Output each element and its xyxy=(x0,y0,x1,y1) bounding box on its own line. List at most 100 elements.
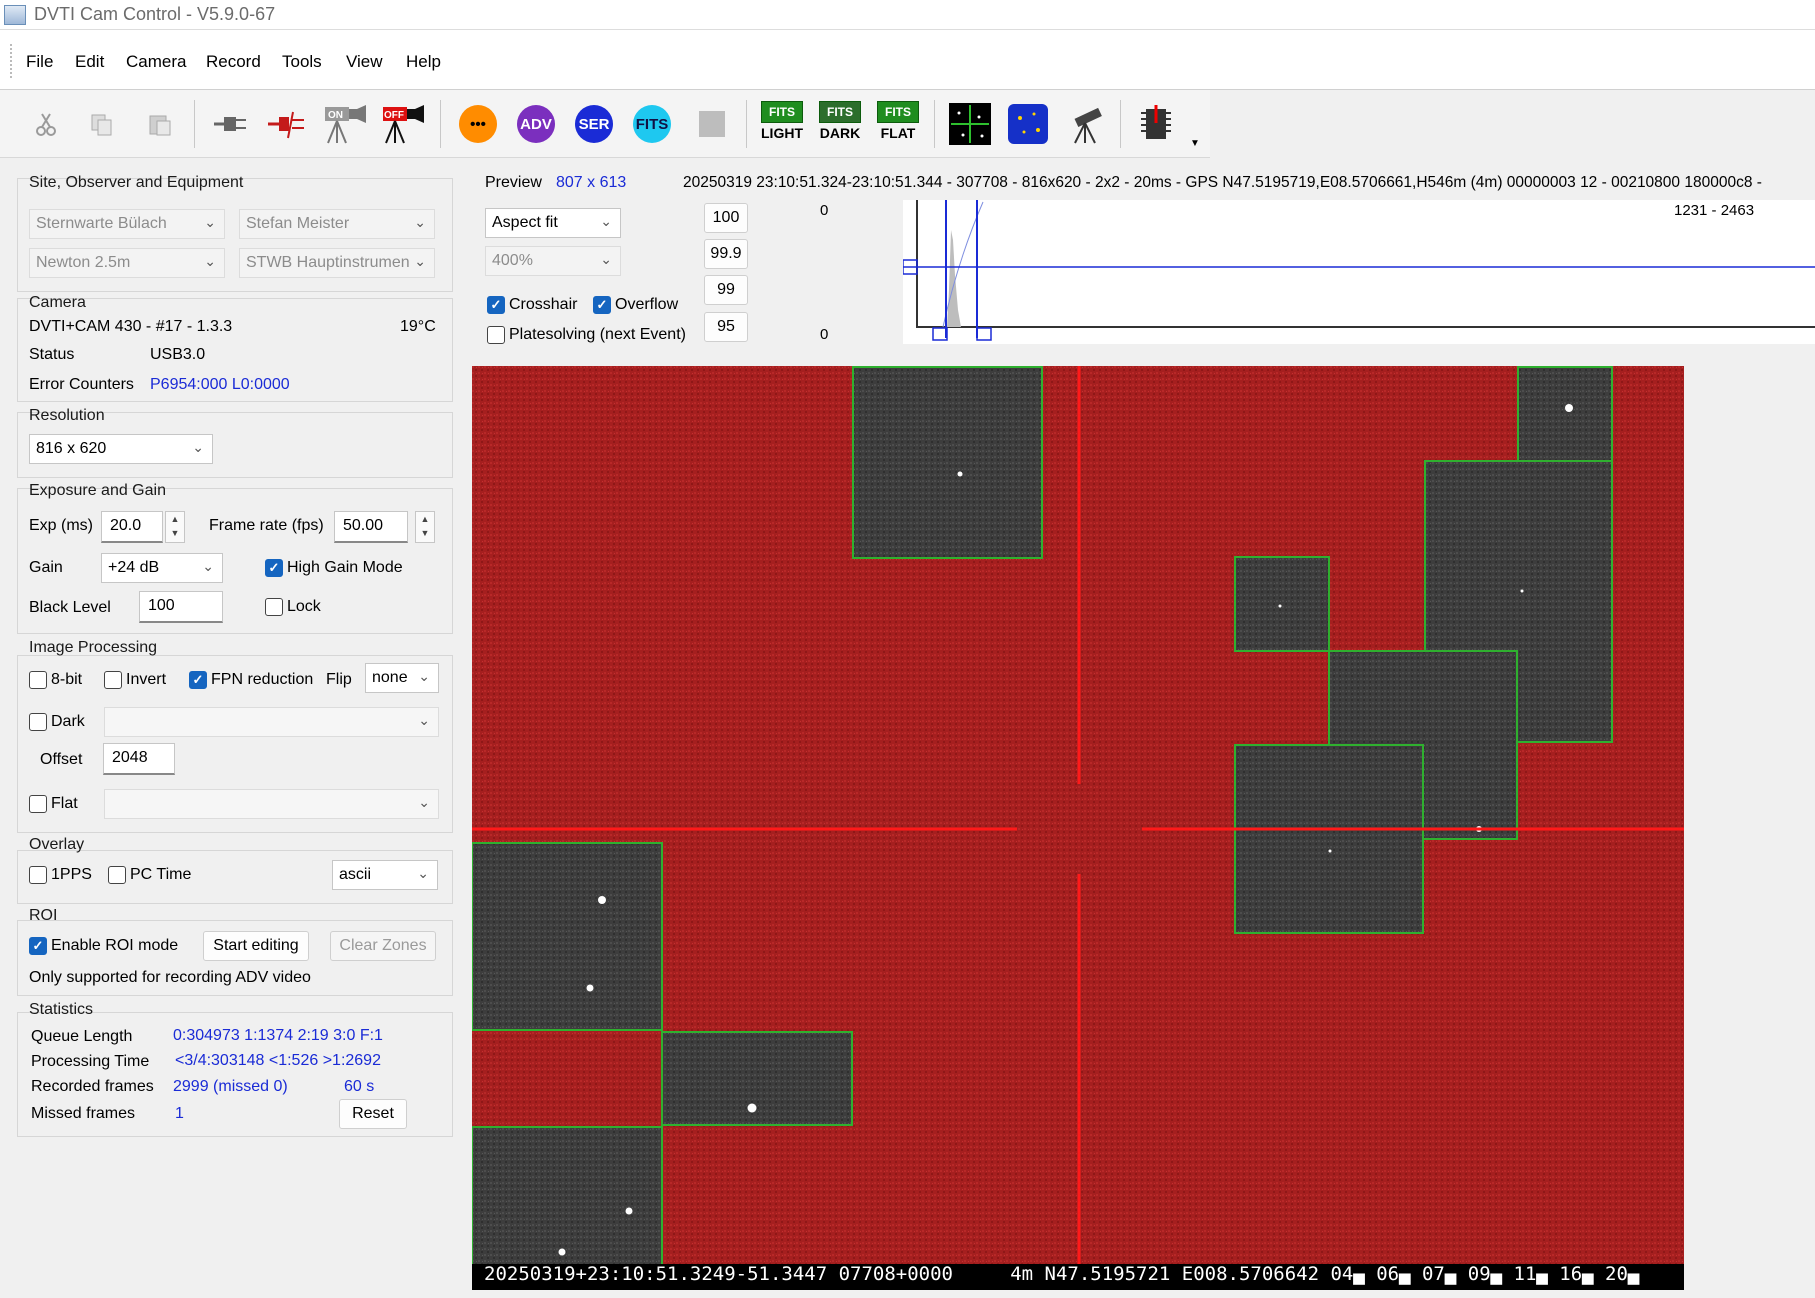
starfield-button[interactable] xyxy=(948,102,992,146)
fits-light-icon: FITS LIGHT xyxy=(760,101,804,147)
invert-checkbox[interactable]: Invert xyxy=(104,671,166,689)
telescope-button[interactable] xyxy=(1064,102,1108,146)
paste-button[interactable] xyxy=(138,102,182,146)
fits-flat-icon: FITS FLAT xyxy=(876,101,920,147)
menu-edit[interactable]: Edit xyxy=(69,50,110,74)
flat-checkbox[interactable]: Flat xyxy=(29,795,78,813)
offset-input[interactable]: 2048 xyxy=(103,743,175,775)
camera-off-button[interactable]: OFF xyxy=(380,102,424,146)
window-title: DVTI Cam Control - V5.9.0-67 xyxy=(34,4,276,24)
chevron-down-icon: ⌄ xyxy=(418,794,430,810)
record-adv-button[interactable]: ADV xyxy=(514,102,558,146)
menu-camera[interactable]: Camera xyxy=(120,50,192,74)
fits-dark-button[interactable]: FITS DARK xyxy=(818,101,862,146)
instrument-select[interactable]: STWB Hauptinstrumen ⌄ xyxy=(239,248,435,278)
connect-button[interactable] xyxy=(208,102,252,146)
site-select[interactable]: Sternwarte Bülach ⌄ xyxy=(29,209,225,239)
sky-button[interactable] xyxy=(1006,102,1050,146)
exposure-input[interactable]: 20.0 xyxy=(101,511,163,543)
dark-checkbox[interactable]: Dark xyxy=(29,713,85,731)
chevron-down-icon: ⌄ xyxy=(204,253,216,269)
site-group-title: Site, Observer and Equipment xyxy=(29,174,244,191)
crosshair-checkbox[interactable]: ✓ Crosshair xyxy=(487,296,577,314)
chevron-down-icon: ⌄ xyxy=(192,439,204,455)
toolbar: ON OFF ••• ADV SER FITS FITS LIGHT FITS DA… xyxy=(0,90,1210,158)
histogram-plot xyxy=(902,200,1815,341)
stretch-100-button[interactable]: 100 xyxy=(704,203,748,233)
dark-file-select[interactable]: ⌄ xyxy=(104,707,439,737)
resolution-group-title: Resolution xyxy=(29,407,105,424)
clear-zones-button[interactable]: Clear Zones xyxy=(330,931,436,961)
stretch-99-button[interactable]: 99 xyxy=(704,275,748,305)
overflow-checkbox[interactable]: ✓ Overflow xyxy=(593,296,678,314)
unplug-icon xyxy=(268,111,304,139)
preview-label: Preview xyxy=(485,174,542,191)
framerate-stepper[interactable]: ▲ ▼ xyxy=(415,511,435,543)
framerate-input[interactable]: 50.00 xyxy=(334,511,408,543)
stretch-95-button[interactable]: 95 xyxy=(704,312,748,342)
reset-button[interactable]: Reset xyxy=(339,1099,407,1129)
stop-button[interactable] xyxy=(690,102,734,146)
toolbar-overflow-icon[interactable]: ▼ xyxy=(1190,138,1200,149)
scissors-icon xyxy=(36,113,56,136)
title-bar: DVTI Cam Control - V5.9.0-67 xyxy=(0,0,1815,30)
chevron-down-icon: ⌄ xyxy=(414,253,426,269)
queue-length-label: Queue Length xyxy=(31,1028,133,1045)
black-level-input[interactable]: 100 xyxy=(139,591,223,623)
overlay-format-select[interactable]: ascii ⌄ xyxy=(332,860,438,890)
app-icon xyxy=(4,5,26,25)
pc-time-checkbox[interactable]: PC Time xyxy=(108,866,191,884)
processing-time-value: <3/4:303148 <1:526 >1:2692 xyxy=(175,1052,381,1069)
camera-on-button[interactable]: ON xyxy=(322,102,366,146)
preview-image[interactable]: 20250319+23:10:51.3249-51.3447 07708+000… xyxy=(472,366,1684,1290)
record-ser-button[interactable]: SER xyxy=(572,102,616,146)
flip-label: Flip xyxy=(326,671,352,688)
platesolving-checkbox[interactable]: Platesolving (next Event) xyxy=(487,326,686,344)
more-button[interactable]: ••• xyxy=(456,102,500,146)
recorded-frames-label: Recorded frames xyxy=(31,1078,154,1095)
flat-file-select[interactable]: ⌄ xyxy=(104,789,439,819)
resolution-select[interactable]: 816 x 620 ⌄ xyxy=(29,434,213,464)
recording-duration: 60 s xyxy=(344,1078,375,1095)
histogram-range: 1231 - 2463 xyxy=(1674,202,1755,219)
chip-icon xyxy=(1141,105,1171,139)
fpn-checkbox[interactable]: ✓ FPN reduction xyxy=(189,671,313,689)
missed-frames-value: 1 xyxy=(175,1105,184,1122)
menu-view[interactable]: View xyxy=(340,50,389,74)
cut-button[interactable] xyxy=(24,102,68,146)
menu-file[interactable]: File xyxy=(20,50,59,74)
lock-checkbox[interactable]: Lock xyxy=(265,598,321,616)
histogram-bottom-value: 0 xyxy=(820,326,829,343)
adv-icon: ADV xyxy=(517,105,555,143)
high-gain-checkbox[interactable]: ✓ High Gain Mode xyxy=(265,559,403,577)
flip-select[interactable]: none ⌄ xyxy=(365,663,439,693)
camera-group-title: Camera xyxy=(29,294,86,311)
observer-select[interactable]: Stefan Meister ⌄ xyxy=(239,209,435,239)
menu-tools[interactable]: Tools xyxy=(276,50,328,74)
stop-icon xyxy=(699,111,725,137)
menu-help[interactable]: Help xyxy=(400,50,447,74)
chip-button[interactable] xyxy=(1134,102,1178,146)
queue-length-value: 0:304973 1:1374 2:19 3:0 F:1 xyxy=(173,1027,383,1044)
exposure-stepper[interactable]: ▲ ▼ xyxy=(165,511,185,543)
disconnect-button[interactable] xyxy=(264,102,308,146)
fit-mode-select[interactable]: Aspect fit ⌄ xyxy=(485,208,621,238)
error-counters-value: P6954:000 L0:0000 xyxy=(150,376,290,393)
telescope-select[interactable]: Newton 2.5m ⌄ xyxy=(29,248,225,278)
stretch-99-9-button[interactable]: 99.9 xyxy=(704,239,748,269)
1pps-checkbox[interactable]: 1PPS xyxy=(29,866,92,884)
menu-record[interactable]: Record xyxy=(200,50,267,74)
8bit-checkbox[interactable]: 8-bit xyxy=(29,671,82,689)
camera-model: DVTI+CAM 430 - #17 - 1.3.3 xyxy=(29,318,233,335)
gain-select[interactable]: +24 dB ⌄ xyxy=(101,553,223,583)
enable-roi-checkbox[interactable]: ✓ Enable ROI mode xyxy=(29,937,178,955)
histogram[interactable]: 1231 - 2463 xyxy=(902,200,1815,344)
camera-on-icon: ON xyxy=(325,105,366,144)
start-editing-button[interactable]: Start editing xyxy=(203,931,309,961)
fits-flat-button[interactable]: FITS FLAT xyxy=(876,101,920,147)
copy-button[interactable] xyxy=(80,102,124,146)
record-fits-button[interactable]: FITS xyxy=(630,102,674,146)
fits-light-button[interactable]: FITS LIGHT xyxy=(760,101,804,147)
check-icon: ✓ xyxy=(29,937,47,955)
zoom-select[interactable]: 400% ⌄ xyxy=(485,246,621,276)
